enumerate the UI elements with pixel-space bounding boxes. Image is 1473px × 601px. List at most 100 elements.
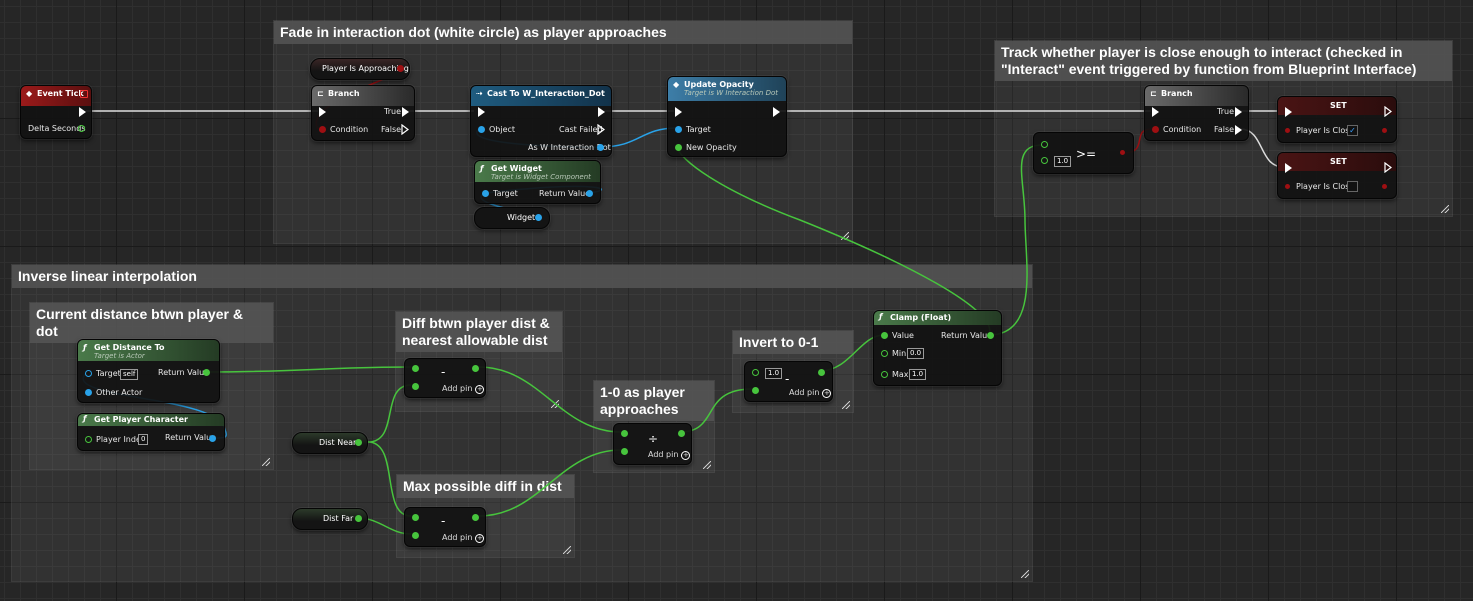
branch-node-1[interactable]: ⊏ Branch True Condition False xyxy=(311,85,415,141)
object-in-pin[interactable] xyxy=(478,126,485,133)
float-out-pin[interactable] xyxy=(818,369,825,376)
exec-out-pin[interactable] xyxy=(79,107,86,117)
float-in-pin-a[interactable] xyxy=(752,369,759,376)
max-pin[interactable] xyxy=(881,371,888,378)
function-icon: ƒ xyxy=(480,164,484,173)
exec-in-pin[interactable] xyxy=(319,107,326,117)
float-wire xyxy=(478,366,622,433)
return-value-pin[interactable] xyxy=(209,435,216,442)
exec-false-pin[interactable] xyxy=(1235,125,1242,135)
self-box[interactable]: self xyxy=(120,369,139,380)
float-in-pin-b[interactable] xyxy=(412,383,419,390)
widget-var[interactable]: Widget xyxy=(474,207,550,229)
target-pin[interactable] xyxy=(675,126,682,133)
min-value-box[interactable]: 0.0 xyxy=(907,348,925,359)
float-in-pin-b[interactable] xyxy=(621,448,628,455)
condition-pin[interactable] xyxy=(1152,126,1159,133)
update-opacity-node[interactable]: ◆ Update Opacity Target is W Interaction… xyxy=(667,76,787,157)
as-object-out-pin[interactable] xyxy=(597,144,604,151)
node-header: ƒ Get Widget Target is Widget Component xyxy=(475,161,600,182)
return-value-pin[interactable] xyxy=(203,369,210,376)
exec-in-pin[interactable] xyxy=(1152,107,1159,117)
float-out-pin[interactable] xyxy=(472,365,479,372)
float-in-pin-a[interactable] xyxy=(621,430,628,437)
target-pin[interactable] xyxy=(482,190,489,197)
player-index-box[interactable]: 0 xyxy=(138,434,149,445)
float-out-pin[interactable] xyxy=(472,514,479,521)
exec-out-pin-icon[interactable] xyxy=(1384,162,1393,173)
set-node-2[interactable]: SET Player Is Close xyxy=(1277,152,1397,199)
add-pin-button[interactable]: Add pin + xyxy=(789,388,832,398)
float-wire xyxy=(676,146,991,336)
delta-seconds-pin[interactable] xyxy=(78,125,85,132)
branch-icon: ⊏ xyxy=(1150,89,1157,98)
cast-failed-pin-icon[interactable] xyxy=(597,124,606,135)
return-value-pin[interactable] xyxy=(586,190,593,197)
add-pin-button[interactable]: Add pin + xyxy=(442,384,485,394)
float-in-pin-a[interactable] xyxy=(412,514,419,521)
float-in-pin-b[interactable] xyxy=(412,532,419,539)
divide-node[interactable]: ÷ Add pin + xyxy=(613,423,692,465)
get-distance-node[interactable]: ƒ Get Distance To Target is Actor Target… xyxy=(77,339,220,403)
add-pin-button[interactable]: Add pin + xyxy=(442,533,485,543)
bool-out-pin[interactable] xyxy=(397,65,404,72)
float-in-pin-a[interactable] xyxy=(412,365,419,372)
exec-in-pin[interactable] xyxy=(675,107,682,117)
exec-out-pin-icon[interactable] xyxy=(1384,106,1393,117)
float-in-pin-b[interactable] xyxy=(1041,157,1048,164)
greater-equal-node[interactable]: 1.0 >= xyxy=(1033,132,1134,174)
pin-label: Min xyxy=(892,349,907,358)
new-opacity-pin[interactable] xyxy=(675,144,682,151)
add-pin-button[interactable]: Add pin + xyxy=(648,450,691,460)
exec-out-pin[interactable] xyxy=(598,107,605,117)
event-tick-node[interactable]: ◆ Event Tick Delta Seconds xyxy=(20,85,92,139)
float-out-pin[interactable] xyxy=(355,515,362,522)
get-player-character-node[interactable]: ƒ Get Player Character Player Index 0 Re… xyxy=(77,413,225,451)
target-pin[interactable] xyxy=(85,370,92,377)
return-value-pin[interactable] xyxy=(987,332,994,339)
subtract-node-2[interactable]: - Add pin + xyxy=(404,507,486,547)
value-box[interactable]: 1.0 xyxy=(765,368,783,379)
min-pin[interactable] xyxy=(881,350,888,357)
add-pin-label: Add pin xyxy=(789,388,820,397)
bool-in-pin[interactable] xyxy=(1285,184,1290,189)
dist-far-var[interactable]: Dist Far xyxy=(292,508,368,530)
pin-label: Value xyxy=(892,331,914,340)
condition-pin[interactable] xyxy=(319,126,326,133)
subtract-node-3[interactable]: 1.0 - Add pin + xyxy=(744,361,833,402)
float-in-pin-a[interactable] xyxy=(1041,141,1048,148)
bool-out-pin[interactable] xyxy=(1382,128,1387,133)
node-title: Event Tick xyxy=(37,89,84,98)
player-is-close-checkbox[interactable]: ✓ xyxy=(1347,125,1358,136)
object-out-pin[interactable] xyxy=(535,214,542,221)
get-widget-node[interactable]: ƒ Get Widget Target is Widget Component … xyxy=(474,160,601,204)
subtract-node-1[interactable]: - Add pin + xyxy=(404,358,486,398)
float-in-pin-b[interactable] xyxy=(752,387,759,394)
node-header: ƒ Get Player Character xyxy=(78,414,224,426)
branch-node-2[interactable]: ⊏ Branch True Condition False xyxy=(1144,85,1249,141)
exec-in-pin[interactable] xyxy=(1285,107,1292,117)
value-pin[interactable] xyxy=(881,332,888,339)
exec-true-pin[interactable] xyxy=(1235,107,1242,117)
float-out-pin[interactable] xyxy=(678,430,685,437)
value-box[interactable]: 1.0 xyxy=(1054,156,1072,167)
bool-in-pin[interactable] xyxy=(1285,128,1290,133)
node-header: ⊏ Branch xyxy=(1145,86,1248,106)
bool-out-pin[interactable] xyxy=(1382,184,1387,189)
set-node-1[interactable]: SET Player Is Close ✓ xyxy=(1277,96,1397,143)
exec-in-pin[interactable] xyxy=(478,107,485,117)
dist-near-var[interactable]: Dist Near xyxy=(292,432,368,454)
other-actor-pin[interactable] xyxy=(85,389,92,396)
bool-out-pin[interactable] xyxy=(1120,150,1125,155)
float-out-pin[interactable] xyxy=(355,439,362,446)
exec-out-pin[interactable] xyxy=(773,107,780,117)
player-is-close-checkbox[interactable] xyxy=(1347,181,1358,192)
max-value-box[interactable]: 1.0 xyxy=(909,369,927,380)
exec-true-pin[interactable] xyxy=(402,107,409,117)
branch-icon: ⊏ xyxy=(317,89,324,98)
exec-in-pin[interactable] xyxy=(1285,163,1292,173)
clamp-node[interactable]: ƒ Clamp (Float) Value Return Value Min 0… xyxy=(873,310,1002,386)
player-index-pin[interactable] xyxy=(85,436,92,443)
cast-node[interactable]: ⇢ Cast To W_Interaction_Dot Object Cast … xyxy=(470,85,612,157)
player-approaching-var[interactable]: Player Is Approaching xyxy=(310,58,410,80)
